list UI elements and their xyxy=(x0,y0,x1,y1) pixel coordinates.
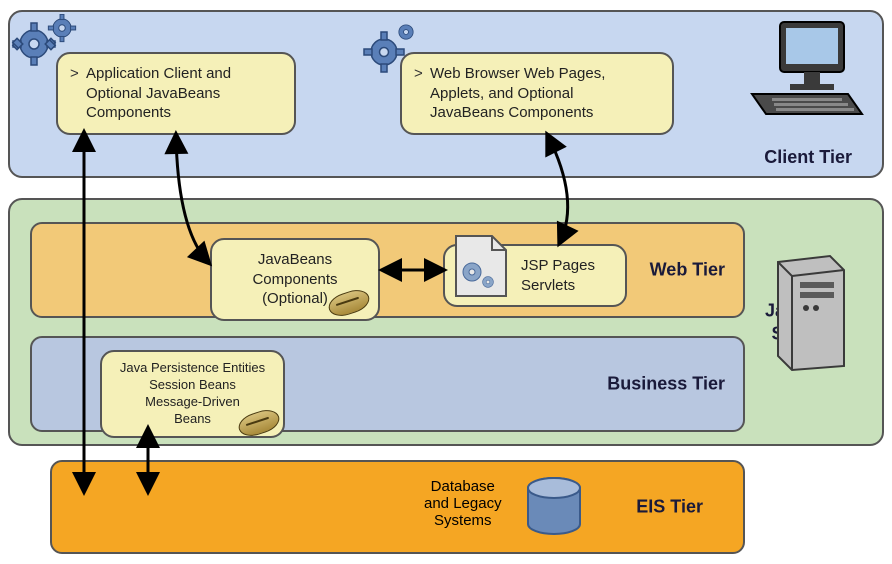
node-jsp-line1: JSP Pages xyxy=(521,256,611,276)
database-cylinder-icon xyxy=(524,476,584,545)
node-db-line2: and Legacy xyxy=(424,495,502,512)
document-icon xyxy=(450,232,512,307)
eis-tier-label: EIS Tier xyxy=(636,497,703,518)
node-db-line3: Systems xyxy=(424,512,502,529)
node-javabeans-line2: Components xyxy=(226,270,364,290)
business-tier-label: Business Tier xyxy=(607,374,725,395)
node-web-browser-line3: JavaBeans Components xyxy=(430,103,658,123)
node-db-line1: Database xyxy=(424,478,502,495)
web-tier-label: Web Tier xyxy=(650,260,725,281)
node-application-client: > Application Client and Optional JavaBe… xyxy=(56,52,296,135)
gear-icon xyxy=(10,14,86,75)
node-web-browser-line1: Web Browser Web Pages, xyxy=(430,64,658,84)
web-tier-container: Web Tier xyxy=(30,222,745,318)
eis-tier-container: EIS Tier xyxy=(50,460,745,554)
server-icon xyxy=(764,252,850,379)
gear-icon xyxy=(362,20,426,81)
node-application-client-line2: Optional JavaBeans xyxy=(86,84,280,104)
node-jsp-line2: Servlets xyxy=(521,276,611,296)
node-application-client-line1: Application Client and xyxy=(86,64,280,84)
node-web-browser: > Web Browser Web Pages, Applets, and Op… xyxy=(400,52,674,135)
node-ejb-line1: Java Persistence Entities xyxy=(112,360,273,377)
node-ejb-line3: Message-Driven xyxy=(112,394,273,411)
node-database-legacy: Database and Legacy Systems xyxy=(424,478,502,529)
client-tier-label: Client Tier xyxy=(764,147,852,168)
computer-icon xyxy=(746,18,864,127)
node-ejb-line2: Session Beans xyxy=(112,377,273,394)
node-javabeans-line1: JavaBeans xyxy=(226,250,364,270)
node-application-client-line3: Components xyxy=(86,103,280,123)
node-web-browser-line2: Applets, and Optional xyxy=(430,84,658,104)
